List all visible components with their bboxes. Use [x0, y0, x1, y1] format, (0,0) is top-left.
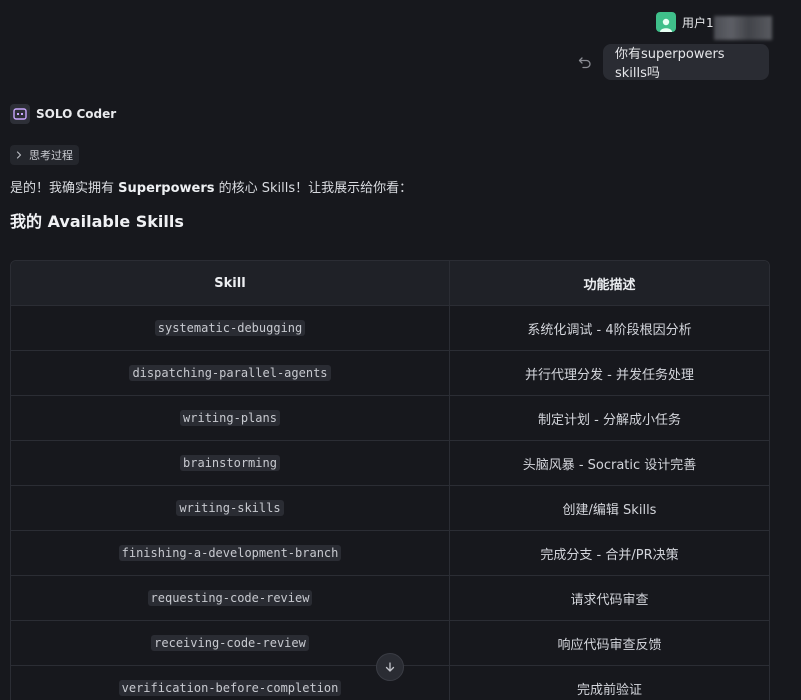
thinking-toggle[interactable]: 思考过程 [10, 145, 79, 165]
header-skill: Skill [11, 261, 450, 305]
table-header-row: Skill 功能描述 [11, 261, 769, 306]
skill-code: verification-before-completion [118, 680, 342, 696]
assistant-header: SOLO Coder [10, 104, 116, 124]
description-cell: 请求代码审查 [570, 592, 649, 608]
description-cell: 系统化调试 - 4阶段根因分析 [527, 322, 692, 338]
table-row: dispatching-parallel-agents 并行代理分发 - 并发任… [11, 351, 769, 396]
skill-cell: writing-skills [11, 486, 450, 530]
skill-cell: dispatching-parallel-agents [11, 351, 450, 395]
header-description: 功能描述 [583, 277, 636, 293]
user-avatar-icon [656, 12, 676, 32]
description-cell: 完成前验证 [576, 682, 642, 698]
user-header: 用户1 [656, 12, 714, 32]
scroll-to-bottom-button[interactable] [376, 653, 404, 681]
skill-cell: brainstorming [11, 441, 450, 485]
thinking-label: 思考过程 [29, 149, 73, 162]
skill-code: brainstorming [180, 455, 280, 471]
description-cell: 制定计划 - 分解成小任务 [538, 412, 681, 428]
skill-code: writing-skills [176, 500, 284, 516]
skill-code: dispatching-parallel-agents [129, 365, 331, 381]
chevron-right-icon [16, 151, 22, 159]
skill-cell: finishing-a-development-branch [11, 531, 450, 575]
description-cell: 并行代理分发 - 并发任务处理 [525, 367, 694, 383]
table-row: requesting-code-review 请求代码审查 [11, 576, 769, 621]
user-name-redaction [714, 16, 772, 40]
user-message-text: 你有superpowers skills吗 [615, 47, 725, 81]
intro-bold: Superpowers [118, 181, 215, 196]
undo-icon[interactable] [578, 54, 592, 69]
table-row: writing-plans 制定计划 - 分解成小任务 [11, 396, 769, 441]
assistant-name: SOLO Coder [36, 107, 117, 121]
skills-heading: 我的 Available Skills [10, 212, 184, 231]
chat-page: 用户1 你有superpowers skills吗 SOLO Coder 思考过… [0, 0, 801, 700]
description-cell: 头脑风暴 - Socratic 设计完善 [522, 457, 697, 473]
skill-cell: systematic-debugging [11, 306, 450, 350]
skill-code: finishing-a-development-branch [118, 545, 342, 561]
skill-code: writing-plans [180, 410, 280, 426]
table-row: systematic-debugging 系统化调试 - 4阶段根因分析 [11, 306, 769, 351]
user-name: 用户1 [682, 15, 714, 30]
arrow-down-icon [385, 662, 395, 672]
assistant-intro: 是的！我确实拥有 Superpowers 的核心 Skills！让我展示给你看： [10, 177, 412, 196]
intro-suffix: 的核心 Skills！让我展示给你看： [214, 181, 413, 196]
table-row: brainstorming 头脑风暴 - Socratic 设计完善 [11, 441, 769, 486]
skill-code: receiving-code-review [151, 635, 309, 651]
user-message-bubble: 你有superpowers skills吗 [603, 44, 769, 81]
intro-prefix: 是的！我确实拥有 [10, 181, 119, 196]
skill-code: systematic-debugging [154, 320, 306, 336]
table-row: writing-skills 创建/编辑 Skills [11, 486, 769, 531]
skills-table: Skill 功能描述 systematic-debugging 系统化调试 - … [10, 260, 770, 700]
table-row: finishing-a-development-branch 完成分支 - 合并… [11, 531, 769, 576]
description-cell: 创建/编辑 Skills [562, 502, 657, 518]
description-cell: 响应代码审查反馈 [557, 637, 662, 653]
skill-code: requesting-code-review [147, 590, 313, 606]
skill-cell: writing-plans [11, 396, 450, 440]
bot-icon [10, 104, 30, 124]
description-cell: 完成分支 - 合并/PR决策 [540, 547, 679, 563]
skill-cell: requesting-code-review [11, 576, 450, 620]
